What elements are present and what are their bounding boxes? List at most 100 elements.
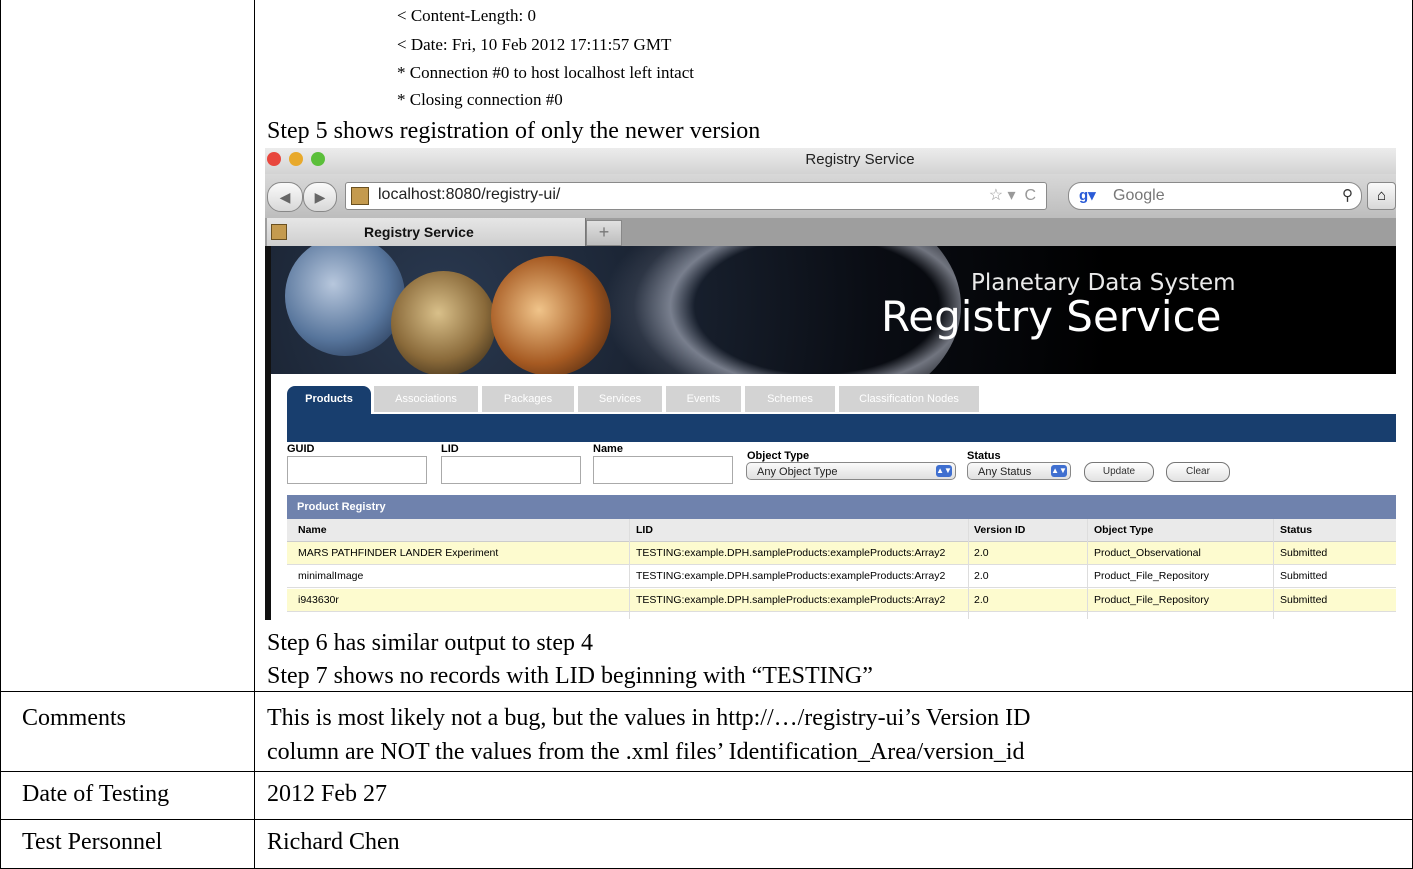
browser-screenshot: Registry Service ◀ ▶ localhost:8080/regi… xyxy=(265,148,1396,620)
planet-image xyxy=(391,271,496,374)
pds-banner: Planetary Data System Registry Service xyxy=(271,246,1396,374)
column-header[interactable]: Version ID xyxy=(974,519,1025,541)
object-type-label: Object Type xyxy=(747,450,810,462)
cell-object-type: Product_File_Repository xyxy=(1094,594,1209,606)
table-header-row: Name LID Version ID Object Type Status xyxy=(287,519,1396,542)
step6-text: Step 6 has similar output to step 4 xyxy=(267,630,593,656)
tab-title: Registry Service xyxy=(364,224,474,240)
cell-status: Submitted xyxy=(1280,570,1328,582)
tab-schemes[interactable]: Schemes xyxy=(745,386,835,412)
home-icon[interactable]: ⌂ xyxy=(1367,182,1396,210)
forward-button[interactable]: ▶ xyxy=(303,182,337,212)
row-divider-date xyxy=(0,771,1413,772)
table-row[interactable]: MARS PATHFINDER LANDER Experiment TESTIN… xyxy=(287,542,1396,565)
name-input[interactable] xyxy=(593,456,733,484)
table-row[interactable]: i943630r TESTING:example.DPH.sampleProdu… xyxy=(287,589,1396,612)
tab-favicon-icon xyxy=(271,224,287,240)
site-favicon-icon xyxy=(351,187,369,205)
column-separator xyxy=(629,519,630,619)
guid-input[interactable] xyxy=(287,456,427,484)
log-line: * Connection #0 to host localhost left i… xyxy=(397,63,694,82)
row-divider-personnel xyxy=(0,819,1413,820)
cell-name[interactable]: MARS PATHFINDER LANDER Experiment xyxy=(298,542,498,564)
table-border-divider xyxy=(254,0,255,869)
bookmark-star-icon[interactable]: ☆ ▾ C xyxy=(989,185,1036,205)
name-label: Name xyxy=(593,443,623,455)
cell-status: Submitted xyxy=(1280,547,1328,559)
lid-input[interactable] xyxy=(441,456,581,484)
date-value: 2012 Feb 27 xyxy=(267,781,387,807)
update-button[interactable]: Update xyxy=(1084,462,1154,482)
page-content: Planetary Data System Registry Service P… xyxy=(265,246,1396,620)
tab-services[interactable]: Services xyxy=(578,386,662,412)
tab-products[interactable]: Products xyxy=(287,386,371,416)
table-border-left-col xyxy=(0,0,1,869)
product-registry-table: Product Registry Name LID Version ID Obj… xyxy=(287,495,1396,620)
select-arrows-icon: ▲▼ xyxy=(1051,465,1067,477)
tab-packages[interactable]: Packages xyxy=(482,386,574,412)
column-header[interactable]: LID xyxy=(636,519,653,541)
url-text: localhost:8080/registry-ui/ xyxy=(378,186,561,203)
cell-lid: TESTING:example.DPH.sampleProducts:examp… xyxy=(636,594,946,606)
cell-object-type: Product_File_Repository xyxy=(1094,570,1209,582)
tab-bar-underline xyxy=(287,414,1396,442)
tab-classification-nodes[interactable]: Classification Nodes xyxy=(839,386,979,412)
registry-title: Product Registry xyxy=(287,495,1396,519)
personnel-value: Richard Chen xyxy=(267,829,400,855)
log-line: * Closing connection #0 xyxy=(397,90,563,109)
column-separator xyxy=(1273,519,1274,619)
cell-name[interactable]: i943630r xyxy=(298,589,339,611)
column-separator xyxy=(1087,519,1088,619)
object-type-select[interactable]: Any Object Type ▲▼ xyxy=(746,462,956,480)
cell-version: 2.0 xyxy=(974,594,989,606)
guid-label: GUID xyxy=(287,443,315,455)
table-row[interactable]: minimalImage TESTING:example.DPH.sampleP… xyxy=(287,565,1396,588)
date-label: Date of Testing xyxy=(22,781,170,807)
search-bar[interactable]: g▾ Google ⚲ xyxy=(1068,182,1362,210)
cell-version: 2.0 xyxy=(974,547,989,559)
status-select[interactable]: Any Status ▲▼ xyxy=(967,462,1071,480)
cell-name[interactable]: minimalImage xyxy=(298,565,363,587)
column-header[interactable]: Object Type xyxy=(1094,519,1153,541)
clear-button[interactable]: Clear xyxy=(1166,462,1230,482)
cell-version: 2.0 xyxy=(974,570,989,582)
cell-lid: TESTING:example.DPH.sampleProducts:examp… xyxy=(636,547,946,559)
personnel-label: Test Personnel xyxy=(22,829,163,855)
column-header[interactable]: Status xyxy=(1280,519,1312,541)
tab-events[interactable]: Events xyxy=(666,386,741,412)
reload-icon[interactable]: C xyxy=(1024,187,1036,204)
comments-line2: column are NOT the values from the .xml … xyxy=(267,739,1025,765)
search-placeholder: Google xyxy=(1113,187,1165,204)
column-separator xyxy=(968,519,969,619)
row-divider-comments xyxy=(0,691,1413,692)
back-button[interactable]: ◀ xyxy=(267,182,303,212)
window-titlebar: Registry Service xyxy=(265,148,1396,174)
log-line: < Date: Fri, 10 Feb 2012 17:11:57 GMT xyxy=(397,35,672,54)
tab-associations[interactable]: Associations xyxy=(374,386,478,412)
step5-text: Step 5 shows registration of only the ne… xyxy=(267,118,761,144)
status-value: Any Status xyxy=(978,466,1032,478)
browser-toolbar: ◀ ▶ localhost:8080/registry-ui/ ☆ ▾ C g▾… xyxy=(265,174,1396,218)
url-bar[interactable]: localhost:8080/registry-ui/ ☆ ▾ C xyxy=(345,182,1047,210)
document-table: < Content-Length: 0 < Date: Fri, 10 Feb … xyxy=(0,0,1413,869)
new-tab-button[interactable]: + xyxy=(586,220,622,246)
tab-strip: Registry Service + xyxy=(265,218,1396,246)
window-title: Registry Service xyxy=(805,151,915,168)
step7-text: Step 7 shows no records with LID beginni… xyxy=(267,663,873,689)
log-line: < Content-Length: 0 xyxy=(397,6,536,25)
banner-title: Registry Service xyxy=(881,292,1222,341)
status-label: Status xyxy=(967,450,1001,462)
lid-label: LID xyxy=(441,443,459,455)
object-type-value: Any Object Type xyxy=(757,466,838,478)
planet-image xyxy=(285,246,405,356)
planet-image xyxy=(491,256,611,374)
cell-status: Submitted xyxy=(1280,594,1328,606)
select-arrows-icon: ▲▼ xyxy=(936,465,952,477)
google-logo-icon: g▾ xyxy=(1079,187,1096,204)
cell-lid: TESTING:example.DPH.sampleProducts:examp… xyxy=(636,570,946,582)
browser-tab[interactable]: Registry Service xyxy=(267,218,586,246)
search-icon[interactable]: ⚲ xyxy=(1342,186,1353,204)
comments-label: Comments xyxy=(22,705,127,731)
comments-line1: This is most likely not a bug, but the v… xyxy=(267,705,1031,731)
column-header[interactable]: Name xyxy=(298,519,327,541)
